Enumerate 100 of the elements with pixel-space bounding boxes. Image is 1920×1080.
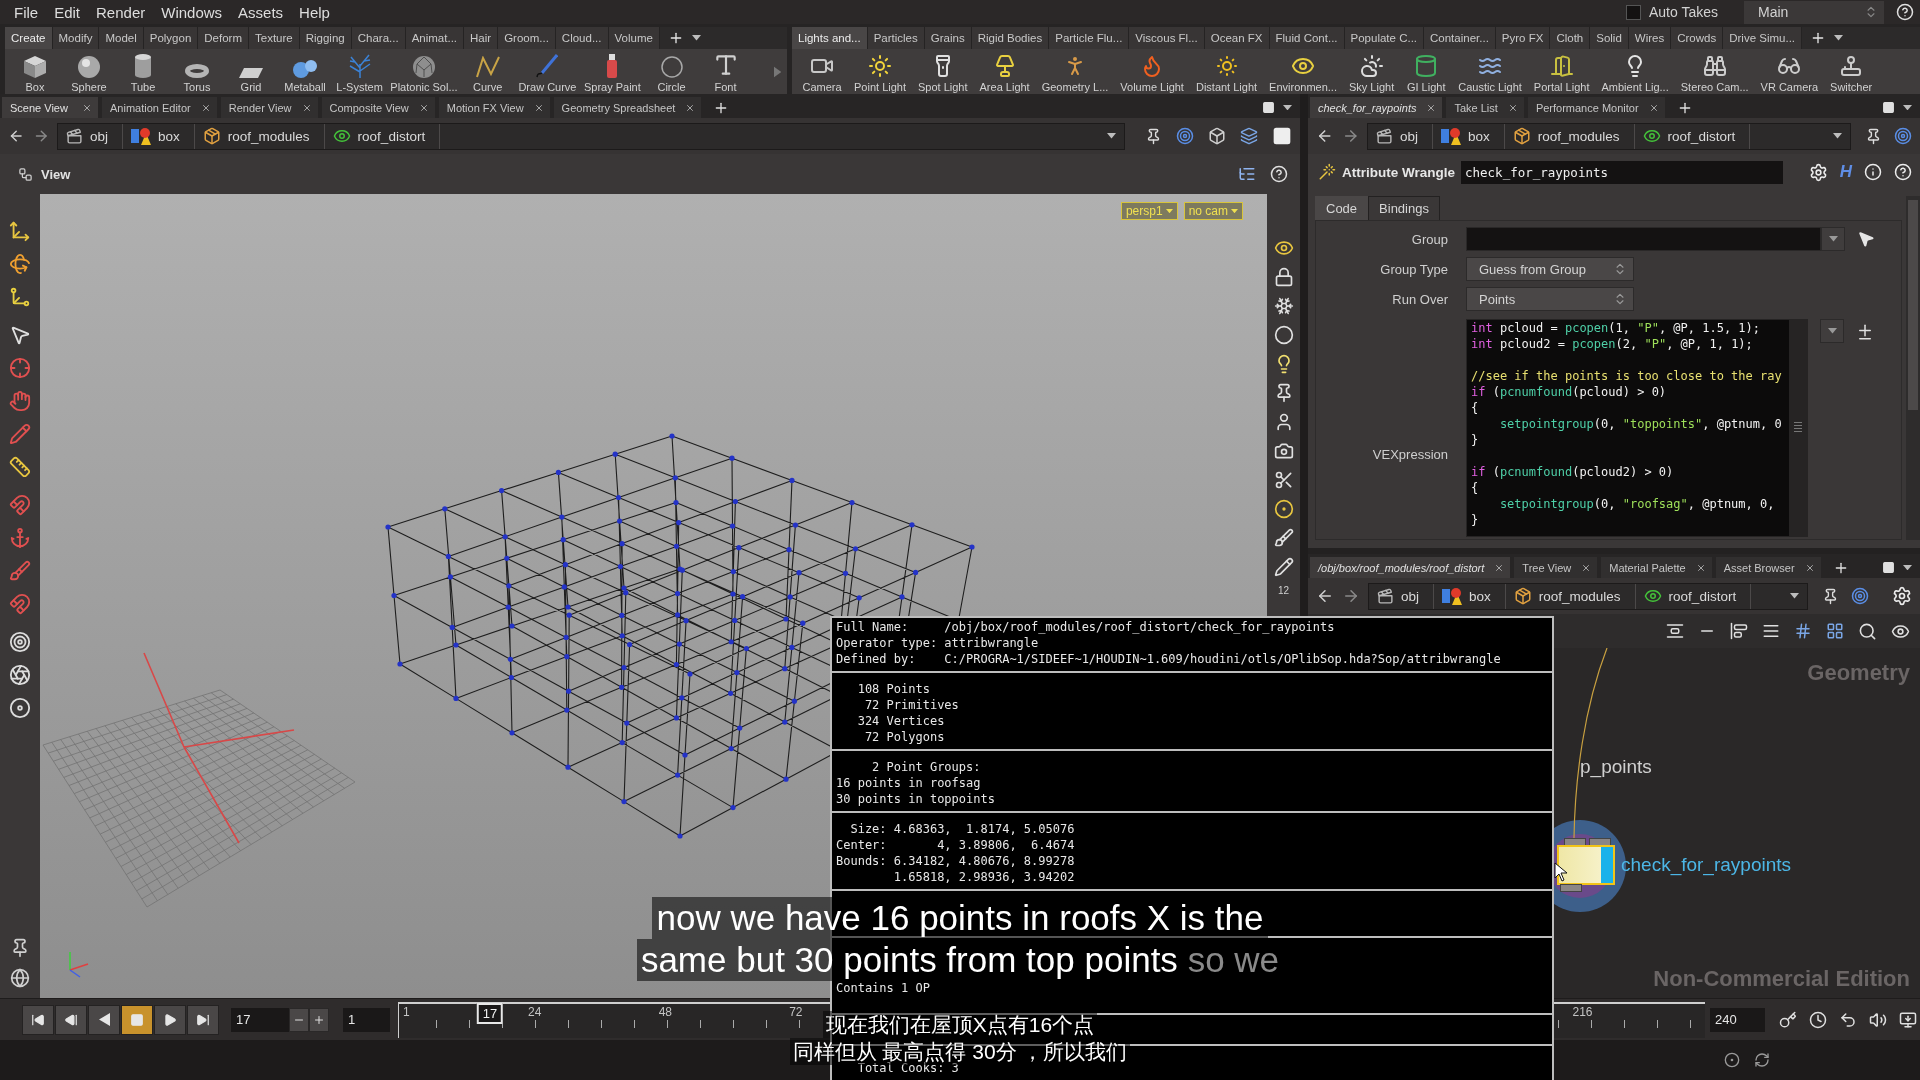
shelf-tab[interactable]: Rigid Bodies xyxy=(971,27,1050,49)
menu-button[interactable]: Guess from Group xyxy=(1466,257,1634,281)
forward-arrow-icon[interactable] xyxy=(1342,587,1360,605)
pane-tab[interactable]: Motion FX View xyxy=(438,97,550,118)
refresh-icon[interactable] xyxy=(1754,1052,1770,1068)
path-item[interactable]: roof_modules xyxy=(1505,583,1636,609)
shelf-tab[interactable]: Particles xyxy=(867,27,925,49)
path-item[interactable]: roof_distort xyxy=(1635,583,1752,609)
scissors-icon[interactable] xyxy=(1273,470,1294,490)
caret-icon[interactable] xyxy=(1828,236,1838,242)
grid-icon[interactable] xyxy=(1826,622,1844,640)
lines-icon[interactable] xyxy=(1762,622,1780,640)
shelf-tool-button[interactable]: Camera xyxy=(802,50,842,93)
shelf-tab[interactable]: Grains xyxy=(924,27,972,49)
pane-tab[interactable]: Scene View xyxy=(2,97,98,118)
dropdown-button[interactable] xyxy=(1821,227,1845,251)
pin-icon[interactable] xyxy=(1822,587,1839,605)
shelf-tool-button[interactable]: Draw Curve xyxy=(521,50,574,93)
square-icon[interactable] xyxy=(1262,101,1275,114)
caret-icon[interactable] xyxy=(1834,35,1844,41)
list-tree-icon[interactable] xyxy=(1238,165,1256,183)
target-icon[interactable] xyxy=(1176,127,1194,145)
circle-icon[interactable] xyxy=(1273,325,1294,345)
close-icon[interactable] xyxy=(1494,562,1505,573)
end-frame-field[interactable]: 240 xyxy=(1710,1007,1765,1032)
close-icon[interactable] xyxy=(533,102,544,113)
input-field[interactable] xyxy=(1466,227,1821,251)
nodes-icon[interactable] xyxy=(18,166,33,182)
shelf-tool-button[interactable]: Grid xyxy=(231,50,271,93)
clock-icon[interactable] xyxy=(1809,1010,1827,1029)
pane-tab[interactable]: Tree View xyxy=(1514,557,1598,578)
anchor-icon[interactable] xyxy=(9,527,31,549)
shelf-tab[interactable]: Fluid Cont... xyxy=(1269,27,1345,49)
pane-tab[interactable]: check_for_raypoints xyxy=(1310,97,1443,118)
rotate-icon[interactable] xyxy=(9,253,31,275)
caret-icon[interactable] xyxy=(1827,328,1837,334)
aperture-icon[interactable] xyxy=(9,664,31,686)
shelf-tool-button[interactable]: Geometry L... xyxy=(1041,50,1109,93)
playback-button[interactable] xyxy=(22,1004,54,1035)
shelf-tab[interactable]: Texture xyxy=(249,27,300,49)
close-icon[interactable] xyxy=(1695,562,1706,573)
path-item[interactable]: obj xyxy=(1369,583,1434,609)
path-item[interactable]: roof_modules xyxy=(194,123,325,149)
shelf-tool-button[interactable]: VR Camera xyxy=(1760,50,1819,93)
caret-icon[interactable] xyxy=(1107,133,1116,139)
settings-icon[interactable] xyxy=(1892,586,1912,606)
shelf-tool-button[interactable]: Point Light xyxy=(854,50,906,93)
pane-tab[interactable]: Composite View xyxy=(321,97,435,118)
path-item[interactable]: box xyxy=(1434,583,1506,609)
shelf-tab[interactable]: Rigging xyxy=(299,27,352,49)
crosshair-icon[interactable] xyxy=(9,357,31,379)
parameter-tab[interactable]: Code xyxy=(1315,196,1369,220)
shelf-tool-button[interactable]: Metaball xyxy=(285,50,325,93)
shelf-tab[interactable]: Hair xyxy=(464,27,499,49)
eye-icon[interactable] xyxy=(1273,238,1294,258)
shelf-tool-button[interactable]: Caustic Light xyxy=(1458,50,1522,93)
playback-button[interactable] xyxy=(88,1004,120,1035)
close-icon[interactable] xyxy=(82,102,92,113)
menu-item[interactable]: Render xyxy=(88,3,154,21)
shelf-tool-button[interactable]: Spot Light xyxy=(918,50,968,93)
pin-icon[interactable] xyxy=(1145,127,1162,145)
layers-icon[interactable] xyxy=(1240,127,1258,145)
shelf-tab[interactable]: Modify xyxy=(52,27,100,49)
pane-tab[interactable]: Geometry Spreadsheet xyxy=(553,97,702,118)
speaker-icon[interactable] xyxy=(1869,1010,1887,1029)
playback-button[interactable] xyxy=(55,1004,87,1035)
pane-tab[interactable]: Material Palette xyxy=(1601,557,1712,578)
checkbox[interactable] xyxy=(1626,4,1641,20)
dot-circle-icon[interactable] xyxy=(1273,499,1294,519)
shelf-tool-button[interactable]: Stereo Cam... xyxy=(1680,50,1749,93)
current-frame-marker[interactable]: 17 xyxy=(476,1002,504,1024)
close-icon[interactable] xyxy=(418,102,429,113)
shelf-tool-button[interactable]: Torus xyxy=(177,50,217,93)
arrow-pointer-icon[interactable] xyxy=(1857,230,1875,248)
shelf-tool-button[interactable]: Sphere xyxy=(69,50,109,93)
snowflake-icon[interactable] xyxy=(1273,296,1294,316)
shelf-tool-button[interactable]: Curve xyxy=(467,50,508,93)
path-item[interactable]: obj xyxy=(58,123,123,149)
square-icon[interactable] xyxy=(1882,101,1895,114)
shelf-tool-button[interactable]: Volume Light xyxy=(1120,50,1184,93)
shelf-tool-button[interactable]: Circle xyxy=(651,50,692,93)
plus-minus-icon[interactable] xyxy=(1856,323,1874,341)
playback-button[interactable] xyxy=(187,1004,219,1035)
dot-circle-icon[interactable] xyxy=(1724,1052,1740,1068)
align-icon[interactable] xyxy=(1666,622,1684,640)
code-editor[interactable] xyxy=(1466,319,1808,537)
shelf-tab[interactable]: Drive Simu... xyxy=(1723,27,1803,49)
shelf-tab[interactable]: Crowds xyxy=(1671,27,1724,49)
shelf-tab[interactable]: Groom... xyxy=(498,27,556,49)
close-icon[interactable] xyxy=(1507,102,1518,113)
move-icon[interactable] xyxy=(9,220,31,242)
playback-button[interactable] xyxy=(154,1004,186,1035)
shelf-tab[interactable]: Solid xyxy=(1590,27,1629,49)
shelf-tool-button[interactable]: Box xyxy=(15,50,55,93)
camera-icon[interactable] xyxy=(1273,441,1294,461)
path-item[interactable]: box xyxy=(1433,123,1505,149)
path-item[interactable]: box xyxy=(123,123,195,149)
shelf-tab[interactable]: Container... xyxy=(1424,27,1496,49)
caret-icon[interactable] xyxy=(1903,564,1912,571)
scrollbar-thumb[interactable] xyxy=(1908,200,1918,410)
